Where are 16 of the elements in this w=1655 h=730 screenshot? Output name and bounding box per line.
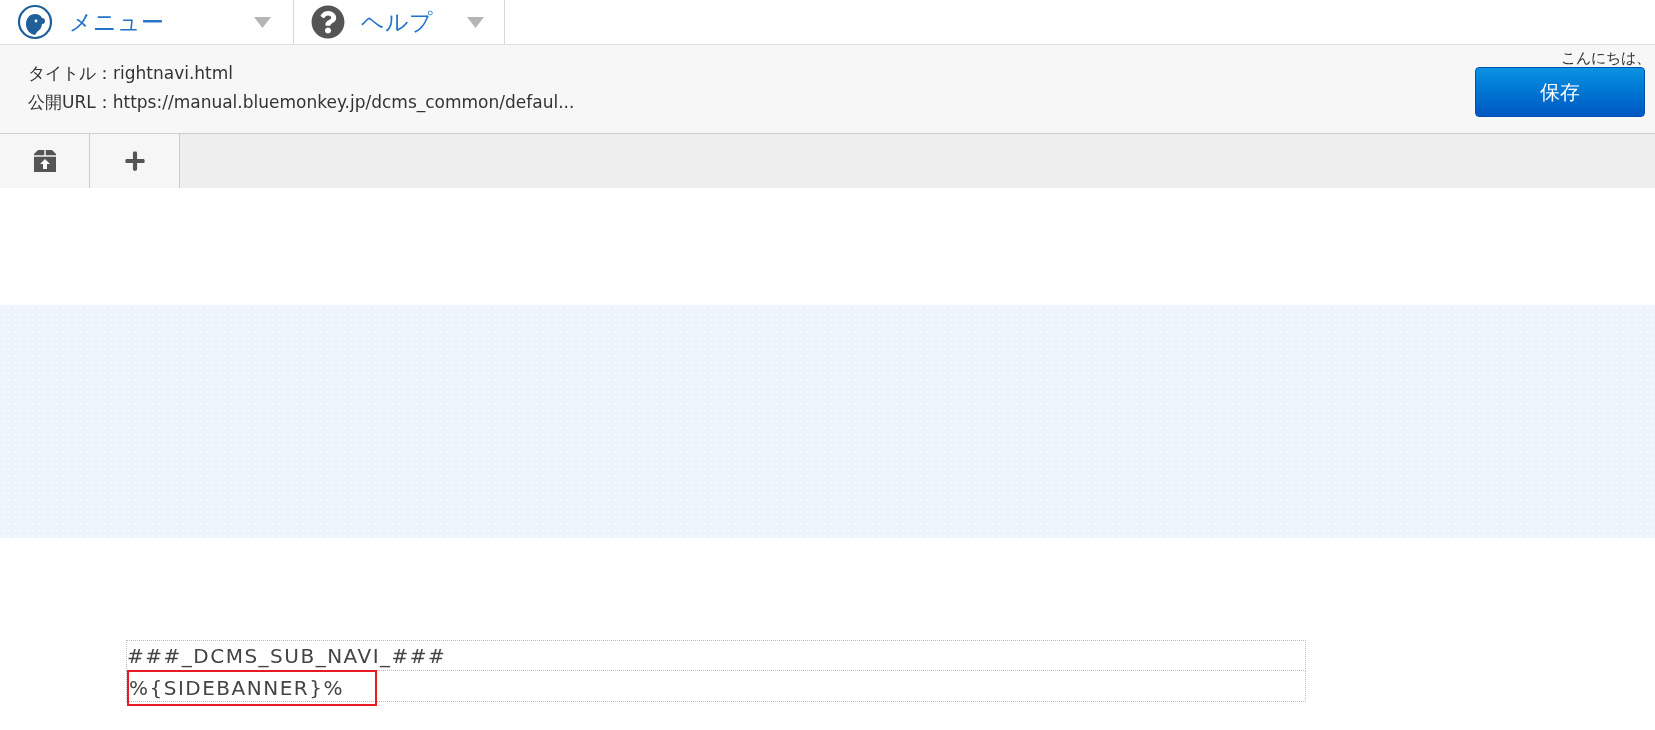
toolbar-button[interactable] bbox=[0, 134, 90, 188]
greeting-text: こんにちは、 bbox=[1561, 48, 1651, 68]
caret-icon bbox=[254, 16, 271, 28]
public-url-text: 公開URL：https://manual.bluemonkey.jp/dcms_common/defaul... bbox=[28, 91, 575, 115]
menu-dropdown[interactable]: ヘルプ bbox=[294, 0, 505, 44]
title-text: タイトル：rightnavi.html bbox=[28, 62, 235, 85]
save-button[interactable]: 保存 bbox=[1475, 67, 1645, 117]
highlighted-placeholder-text: %{SIDEBANNER}% bbox=[127, 670, 377, 706]
logo-icon bbox=[17, 4, 53, 40]
box-upload-icon bbox=[32, 150, 57, 172]
placeholder-text: ###_DCMS_SUB_NAVI_### bbox=[127, 642, 447, 670]
help-icon bbox=[311, 5, 345, 39]
toolbar-button[interactable] bbox=[90, 134, 180, 188]
caret-icon bbox=[467, 16, 484, 28]
menu-dropdown[interactable]: メニュー bbox=[0, 0, 294, 44]
plus-icon bbox=[123, 150, 146, 172]
